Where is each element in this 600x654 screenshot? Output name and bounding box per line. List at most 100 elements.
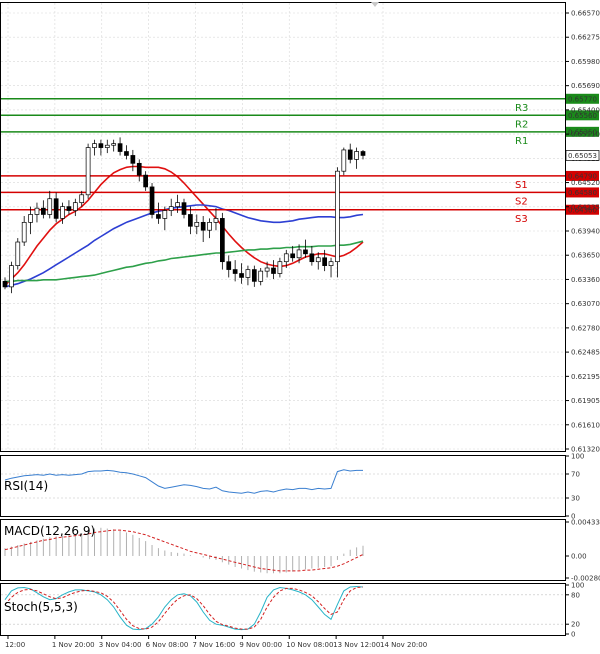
price-tick-label: 0.63070: [571, 300, 600, 308]
candle-body: [156, 214, 161, 219]
price-tick-label: 0.63650: [571, 252, 600, 260]
current-price-label: 0.65053: [568, 152, 597, 160]
price-tick-label: 0.65690: [571, 82, 600, 90]
level-name-r1: R1: [515, 136, 528, 147]
candle-body: [143, 174, 148, 188]
indicator-tick-label: 0.00: [571, 552, 587, 560]
candle-body: [15, 241, 21, 266]
indicator-tick-label: 80: [571, 591, 580, 599]
time-tick-label: 13 Nov 12:00: [333, 641, 380, 649]
price-tick-label: 0.62780: [571, 324, 600, 332]
candle-body: [239, 273, 244, 278]
candle-body: [188, 214, 193, 227]
candle-body: [347, 149, 353, 160]
candle-body: [251, 269, 257, 282]
indicator-tick-label: 30: [571, 495, 580, 503]
price-tick-label: 0.66275: [571, 34, 600, 42]
price-tick-label: 0.64235: [571, 203, 600, 211]
time-tick-label: 6 Nov 08:00: [146, 641, 189, 649]
level-name-s3: S3: [515, 214, 528, 225]
candle-body: [28, 214, 33, 223]
candle-body: [322, 257, 327, 266]
candle-body: [2, 281, 8, 288]
price-tick-label: 0.65110: [571, 131, 600, 139]
candle-body: [220, 218, 225, 263]
indicator-tick-label: 0.004335: [571, 519, 600, 527]
level-badge-label: 0.65770: [568, 95, 597, 103]
candle-body: [168, 206, 174, 211]
candle-body: [328, 261, 334, 266]
stoch-label: Stoch(5,5,3): [4, 600, 78, 614]
price-tick-label: 0.65400: [571, 106, 600, 114]
price-axis: 0.66570 0.66275 0.65980 0.65690 0.65400 0.651…: [565, 10, 600, 454]
candle-body: [226, 261, 232, 270]
time-tick-label: 7 Nov 16:00: [193, 641, 236, 649]
time-tick-label: 1 Nov 20:00: [52, 641, 95, 649]
candle-body: [341, 149, 347, 172]
time-axis: 12:00 1 Nov 20:00 3 Nov 04:00 6 Nov 08:00 7 …: [5, 636, 427, 649]
level-name-r2: R2: [515, 119, 528, 130]
time-tick-label: 14 Nov 20:00: [380, 641, 427, 649]
price-tick-label: 0.64520: [571, 179, 600, 187]
candle-body: [104, 144, 110, 148]
candle-body: [130, 155, 136, 164]
candle-body: [232, 269, 238, 274]
stoch-pane: [0, 583, 566, 636]
candle-body: [315, 257, 321, 263]
candle-body: [200, 221, 206, 231]
level-badge-label: 0.64580: [568, 189, 597, 197]
candle-body: [175, 202, 180, 207]
candle-body: [296, 249, 302, 259]
price-tick-label: 0.62195: [571, 373, 600, 381]
level-name-s2: S2: [515, 196, 528, 207]
candle-body: [92, 143, 97, 148]
candle-body: [309, 253, 315, 263]
candle-body: [303, 249, 308, 255]
candle-body: [271, 267, 276, 274]
indicator-tick-label: 70: [571, 471, 580, 479]
candle-body: [181, 202, 187, 215]
price-tick-label: 0.61905: [571, 397, 600, 405]
price-pane: [0, 2, 566, 452]
candle-body: [98, 143, 104, 148]
indicator-tick-label: 100: [571, 453, 584, 461]
indicator-tick-label: 0: [571, 631, 575, 639]
candle-body: [79, 194, 85, 204]
price-tick-label: 0.66570: [571, 10, 600, 18]
candle-body: [41, 207, 46, 215]
macd-label: MACD(12,26,9): [4, 524, 95, 538]
candle-body: [149, 186, 155, 215]
candle-body: [85, 147, 91, 196]
candle-body: [335, 170, 340, 263]
candle-body: [194, 221, 200, 227]
candle-body: [117, 143, 123, 152]
candle-body: [21, 221, 27, 243]
rsi-label: RSI(14): [4, 479, 48, 493]
candle-body: [34, 207, 40, 215]
candle-body: [245, 269, 251, 278]
indicator-tick-label: 20: [571, 621, 580, 629]
candle-body: [264, 267, 270, 272]
rsi-pane: [0, 455, 566, 517]
candle-body: [60, 206, 65, 219]
time-tick-label: 3 Nov 04:00: [99, 641, 142, 649]
price-tick-label: 0.63360: [571, 276, 600, 284]
time-tick-label: 12:00: [5, 641, 25, 649]
price-tick-label: 0.62485: [571, 349, 600, 357]
candle-body: [277, 261, 283, 274]
candle-body: [136, 162, 142, 176]
candle-body: [290, 253, 296, 259]
price-tick-label: 0.65980: [571, 58, 600, 66]
candle-body: [47, 198, 53, 215]
candle-body: [360, 151, 366, 156]
time-tick-label: 10 Nov 08:00: [286, 641, 333, 649]
time-tick-label: 9 Nov 00:00: [239, 641, 282, 649]
candle-body: [9, 265, 14, 288]
level-name-r3: R3: [515, 103, 528, 114]
candle-body: [213, 218, 219, 223]
candle-body: [354, 151, 359, 160]
candle-body: [53, 198, 59, 219]
candle-body: [66, 206, 72, 211]
price-tick-label: 0.61610: [571, 421, 600, 429]
candle-body: [124, 151, 129, 156]
